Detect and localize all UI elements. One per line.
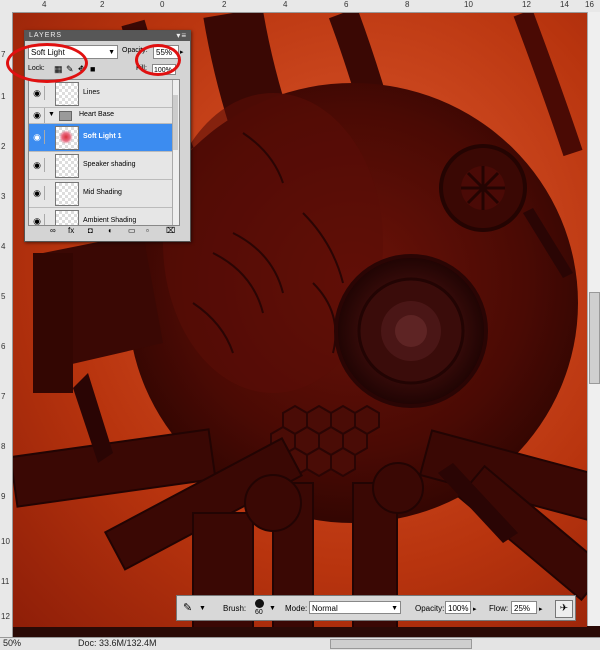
ruler-label: 6 (344, 0, 349, 9)
mode-value: Normal (312, 604, 338, 613)
disclosure-triangle-icon[interactable]: ▼ (48, 111, 55, 118)
ruler-label: 12 (522, 0, 531, 9)
status-bar: 50% Doc: 33.6M/132.4M (0, 637, 600, 650)
brush-opacity-field[interactable]: 100% (445, 601, 471, 614)
ruler-label: 12 (1, 612, 10, 621)
ruler-label: 16 (585, 0, 594, 9)
layer-row[interactable]: ◉ Lines (29, 80, 179, 108)
highlight-circle (135, 44, 181, 76)
ruler-label: 4 (42, 0, 47, 9)
ruler-label: 11 (1, 577, 10, 586)
brush-preview-icon[interactable] (255, 599, 264, 608)
document-size: Doc: 33.6M/132.4M (78, 638, 157, 648)
ruler-label: 3 (1, 192, 6, 201)
layer-name: Lines (83, 89, 100, 96)
opacity-arrow-icon[interactable]: ▸ (180, 48, 184, 56)
airbrush-icon[interactable]: ✈ (555, 600, 573, 618)
layer-group-row[interactable]: ◉ ▼ Heart Base (29, 108, 179, 124)
ruler-label: 9 (1, 492, 6, 501)
ruler-label: 14 (560, 0, 569, 9)
layer-name: Speaker shading (83, 161, 136, 168)
layer-thumbnail (55, 210, 79, 225)
eye-icon[interactable]: ◉ (30, 130, 45, 144)
adjustment-layer-icon[interactable]: ◐ (108, 226, 113, 235)
ruler-label: 7 (1, 392, 6, 401)
layers-panel-title[interactable]: LAYERS ▾≡ (25, 31, 190, 41)
ruler-label: 10 (1, 537, 10, 546)
ruler-label: 2 (222, 0, 227, 9)
ruler-label: 2 (1, 142, 6, 151)
horizontal-scrollbar[interactable] (330, 639, 472, 649)
layers-scrollbar[interactable] (172, 80, 179, 225)
ruler-label: 8 (1, 442, 6, 451)
flow-field[interactable]: 25% (511, 601, 537, 614)
brush-tool-icon[interactable]: ✎ (183, 601, 197, 615)
tool-preset-arrow-icon[interactable]: ▼ (199, 605, 206, 612)
eye-icon[interactable]: ◉ (30, 86, 45, 100)
layer-name: Heart Base (79, 111, 115, 118)
chevron-down-icon: ▼ (108, 49, 115, 56)
layer-thumbnail (55, 82, 79, 106)
eye-icon[interactable]: ◉ (30, 186, 45, 200)
eye-icon[interactable]: ◉ (30, 158, 45, 172)
brush-size: 60 (255, 609, 263, 616)
mode-label: Mode: (285, 604, 308, 613)
layer-name: Ambient Shading (83, 217, 137, 224)
flow-arrow-icon[interactable]: ▸ (539, 605, 543, 613)
top-ruler: 4 2 0 2 4 6 8 10 12 14 16 (0, 0, 600, 13)
eye-icon[interactable]: ◉ (30, 108, 45, 123)
new-layer-icon[interactable]: ▫ (146, 226, 149, 235)
ruler-label: 4 (283, 0, 288, 9)
ruler-label: 5 (1, 292, 6, 301)
layer-thumbnail (55, 154, 79, 178)
ruler-label: 0 (160, 0, 165, 9)
brush-picker-arrow-icon[interactable]: ▼ (269, 605, 276, 612)
eye-icon[interactable]: ◉ (30, 214, 45, 225)
panel-menu-icon[interactable]: ▾≡ (176, 31, 187, 41)
new-group-icon[interactable]: ▭ (128, 226, 136, 235)
layer-row[interactable]: ◉ Speaker shading (29, 152, 179, 180)
folder-icon (59, 111, 72, 121)
mode-select[interactable]: Normal ▼ (309, 601, 401, 614)
layers-list: ◉ Lines ◉ ▼ Heart Base ◉ Soft Light 1 ◉ … (28, 79, 180, 226)
ruler-label: 1 (1, 92, 6, 101)
ruler-label: 4 (1, 242, 6, 251)
vertical-scrollbar[interactable] (587, 12, 600, 626)
highlight-circle (6, 43, 88, 83)
layer-mask-icon[interactable]: ◘ (88, 226, 93, 235)
ruler-label: 8 (405, 0, 410, 9)
layer-style-icon[interactable]: fx (68, 226, 74, 235)
layer-row[interactable]: ◉ Ambient Shading (29, 208, 179, 225)
ruler-label: 6 (1, 342, 6, 351)
ruler-label: 2 (100, 0, 105, 9)
lock-all-icon[interactable]: ■ (90, 64, 95, 74)
layer-thumbnail (55, 126, 79, 150)
left-ruler: 7 1 2 3 4 5 6 7 8 9 10 11 12 (0, 12, 13, 638)
zoom-level[interactable]: 50% (3, 638, 21, 648)
trash-icon[interactable]: ⌧ (166, 226, 175, 235)
ruler-label: 10 (464, 0, 473, 9)
layer-name: Soft Light 1 (83, 133, 122, 140)
brush-label: Brush: (223, 604, 247, 613)
chevron-down-icon: ▼ (391, 605, 398, 612)
link-layers-icon[interactable]: ∞ (50, 226, 56, 235)
layer-thumbnail (55, 182, 79, 206)
layer-row[interactable]: ◉ Mid Shading (29, 180, 179, 208)
ruler-label: 7 (1, 50, 6, 59)
brush-opacity-label: Opacity: (415, 604, 445, 613)
brush-options-bar: ✎ ▼ Brush: 60 ▼ Mode: Normal ▼ Opacity: … (176, 595, 576, 621)
layer-row-selected[interactable]: ◉ Soft Light 1 (29, 124, 179, 152)
flow-label: Flow: (489, 604, 509, 613)
brush-opacity-arrow-icon[interactable]: ▸ (473, 605, 477, 613)
layer-name: Mid Shading (83, 189, 122, 196)
layers-panel-title-text: LAYERS (29, 32, 63, 39)
